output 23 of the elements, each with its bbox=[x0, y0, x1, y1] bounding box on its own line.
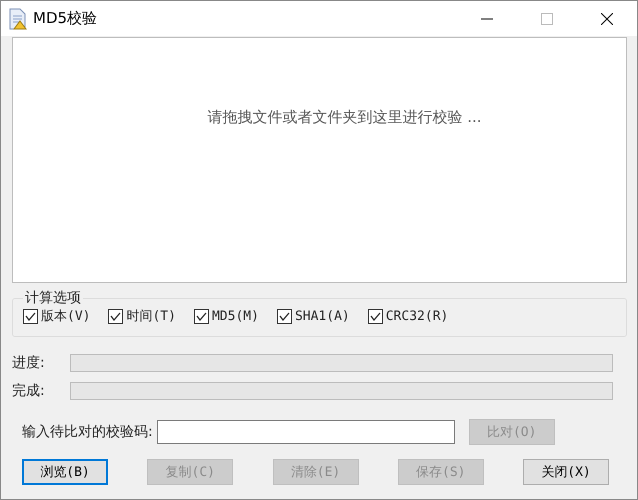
checksum-input-field[interactable] bbox=[156, 420, 455, 444]
action-button[interactable]: 浏览(B) bbox=[22, 459, 108, 485]
action-button[interactable]: 关闭(X) bbox=[523, 459, 609, 485]
drop-hint: 请拖拽文件或者文件夹到这里进行校验 ... bbox=[207, 108, 482, 126]
progress-label: 进度: bbox=[12, 354, 46, 372]
document-warning-icon bbox=[9, 8, 27, 30]
option-checkbox[interactable]: 时间(T) bbox=[108, 307, 176, 325]
close-icon bbox=[601, 12, 613, 24]
option-checkbox[interactable]: MD5(M) bbox=[194, 308, 259, 324]
checkmark-icon bbox=[25, 312, 36, 320]
maximize-icon bbox=[541, 12, 553, 24]
checkmark-icon bbox=[370, 312, 381, 320]
window-title: MD5校验 bbox=[33, 9, 98, 28]
progress-label: 完成: bbox=[12, 382, 46, 400]
option-checkbox[interactable]: CRC32(R) bbox=[368, 308, 448, 324]
group-title: 计算选项 bbox=[24, 289, 82, 307]
drop-area[interactable]: 请拖拽文件或者文件夹到这里进行校验 ... bbox=[12, 37, 627, 283]
checkmark-icon bbox=[110, 312, 122, 320]
compare-label: 输入待比对的校验码: bbox=[22, 423, 153, 441]
checkmark-icon bbox=[196, 312, 207, 320]
option-checkbox[interactable]: 版本(V) bbox=[23, 307, 90, 325]
checkmark-icon bbox=[278, 312, 290, 320]
option-checkbox[interactable]: SHA1(A) bbox=[276, 308, 350, 324]
